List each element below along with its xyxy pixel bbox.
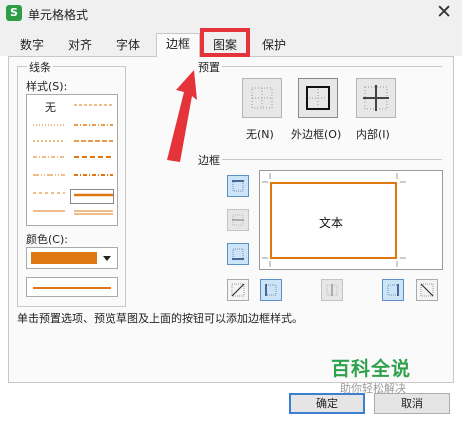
watermark-subtitle: 助你轻松解决: [340, 382, 406, 395]
preset-divider: [198, 66, 442, 67]
border-diagonal-up-button[interactable]: [227, 279, 249, 301]
border-bottom-icon: [232, 248, 244, 260]
border-inside-horizontal-icon: [232, 214, 244, 226]
outline-border-icon: [306, 86, 330, 110]
border-diagonal-down-button[interactable]: [416, 279, 438, 301]
border-preview-area[interactable]: 文本: [259, 170, 443, 270]
preset-inside-label[interactable]: 内部(I): [356, 126, 390, 142]
line-style-preview: [26, 277, 118, 297]
border-right-icon: [387, 284, 399, 296]
inside-border-icon: [363, 85, 389, 111]
border-inside-vertical-icon: [326, 284, 338, 296]
dialog-title: 单元格格式: [28, 8, 89, 22]
border-divider: [222, 159, 442, 160]
border-inside-horizontal-button[interactable]: [227, 209, 249, 231]
close-icon[interactable]: ✕: [436, 1, 452, 23]
cancel-button[interactable]: 取消: [374, 393, 450, 414]
color-label: 颜色(C):: [24, 231, 70, 247]
tab-font[interactable]: 字体: [110, 35, 146, 55]
border-inside-vertical-button[interactable]: [321, 279, 343, 301]
diagonal-up-icon: [231, 283, 245, 297]
preview-text: 文本: [319, 216, 344, 230]
tab-alignment[interactable]: 对齐: [62, 35, 98, 55]
line-style-list[interactable]: 无: [26, 94, 118, 226]
tab-highlight-box: [200, 28, 250, 57]
border-top-icon: [232, 180, 244, 192]
line-color-swatch: [31, 252, 97, 264]
line-style-selected[interactable]: [70, 189, 114, 204]
diagonal-down-icon: [420, 283, 434, 297]
tab-border[interactable]: 边框: [156, 33, 200, 57]
no-border-icon: [251, 87, 273, 109]
preset-group-title: 预置: [196, 59, 222, 75]
watermark-title: 百科全说: [331, 358, 412, 380]
preset-inside-button[interactable]: [356, 78, 396, 118]
preview-line: [33, 287, 111, 289]
ok-button[interactable]: 确定: [289, 393, 365, 414]
style-label: 样式(S):: [24, 78, 70, 94]
line-group-title: 线条: [27, 59, 53, 75]
tab-protection[interactable]: 保护: [256, 35, 292, 55]
line-color-dropdown[interactable]: [26, 247, 118, 269]
preset-outline-button[interactable]: [298, 78, 338, 118]
line-style-samples: [33, 104, 113, 215]
border-top-button[interactable]: [227, 175, 249, 197]
tab-number[interactable]: 数字: [14, 35, 50, 55]
border-left-icon: [265, 284, 277, 296]
title-bar: S 单元格格式 ✕: [0, 0, 462, 28]
instruction-text: 单击预置选项、预览草图及上面的按钮可以添加边框样式。: [17, 312, 303, 325]
border-left-button[interactable]: [260, 279, 282, 301]
dropdown-arrow-icon: [103, 256, 111, 261]
border-group-title: 边框: [196, 152, 222, 168]
border-right-button[interactable]: [382, 279, 404, 301]
preset-none-label[interactable]: 无(N): [246, 126, 274, 142]
preset-outline-label[interactable]: 外边框(O): [291, 126, 341, 142]
preset-none-button[interactable]: [242, 78, 282, 118]
border-bottom-button[interactable]: [227, 243, 249, 265]
app-logo-icon: S: [6, 5, 22, 21]
